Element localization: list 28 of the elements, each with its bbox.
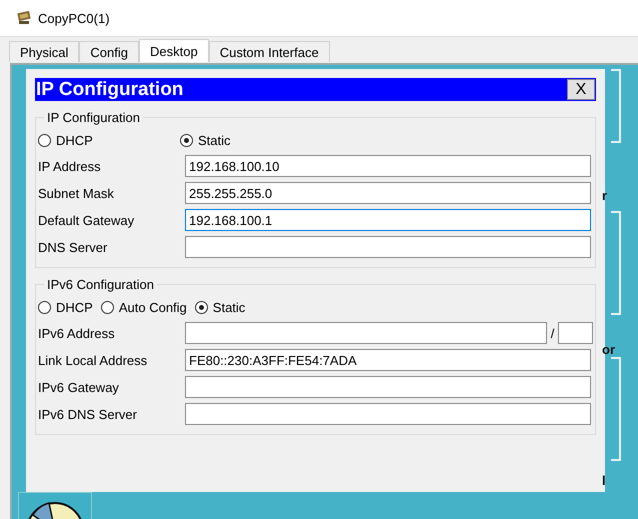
radio-label: Auto Config [118, 300, 187, 314]
field-label: Subnet Mask [38, 186, 115, 200]
field-label: IPv6 DNS Server [38, 406, 138, 422]
radio-label: Static [212, 300, 246, 314]
field-label: DNS Server [38, 240, 108, 254]
field-label: Link Local Address [38, 352, 148, 368]
tab[interactable]: Desktop [139, 39, 209, 62]
text-field[interactable]: FE80::230:A3FF:FE54:7ADA [185, 349, 591, 371]
group-title: IPv6 Configuration [46, 277, 155, 292]
close-button[interactable]: X [567, 79, 595, 100]
field-label: Default Gateway [38, 212, 136, 228]
window-title: CopyPC0(1) [38, 10, 110, 26]
text-field[interactable]: 192.168.100.10 [185, 155, 591, 177]
radio-label: Static [198, 132, 231, 148]
group-title: IP Configuration [46, 110, 141, 125]
field-label: IPv6 Gateway [38, 380, 120, 394]
radio-label: DHCP [56, 300, 93, 314]
tab[interactable]: Config [79, 41, 139, 62]
prefix-separator: / [550, 326, 556, 340]
tab[interactable]: Custom Interface [208, 41, 330, 62]
text-field[interactable]: 255.255.255.0 [185, 182, 591, 204]
tab[interactable]: Physical [9, 41, 80, 62]
field-label: IPv6 Address [38, 326, 116, 340]
field-label: IP Address [38, 158, 102, 174]
desktop-icon-label: l [602, 473, 606, 488]
text-field[interactable]: 192.168.100.1 [185, 209, 591, 231]
radio-label: DHCP [56, 132, 93, 148]
dialog-title: IP Configuration [35, 78, 184, 100]
